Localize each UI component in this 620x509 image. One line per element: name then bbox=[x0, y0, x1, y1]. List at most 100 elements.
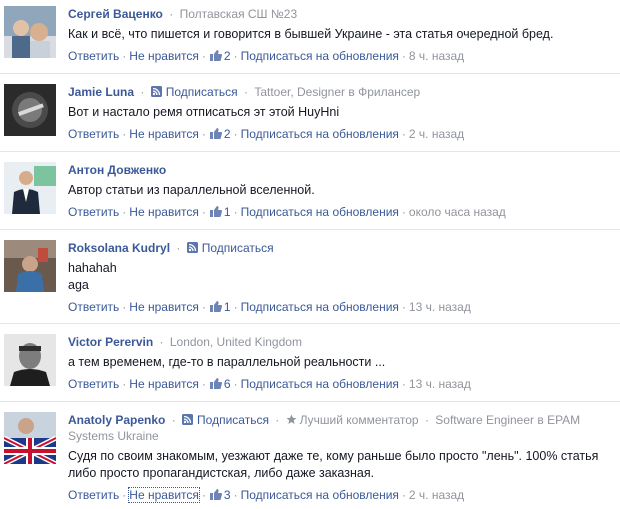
separator-dot: · bbox=[159, 335, 164, 349]
separator-dot: · bbox=[424, 413, 429, 427]
comment-header: Roksolana Kudryl · Подписаться bbox=[68, 240, 612, 256]
reply-button[interactable]: Ответить bbox=[68, 49, 119, 63]
comment-header: Victor Perervin · London, United Kingdom bbox=[68, 334, 612, 350]
avatar[interactable] bbox=[4, 84, 56, 136]
author-name[interactable]: Anatoly Papenko bbox=[68, 413, 165, 427]
like-count[interactable]: 2 bbox=[224, 49, 231, 63]
separator-dot: · bbox=[233, 205, 238, 219]
comment-actions: Ответить · Не нравится · 3 · Подписаться на об… bbox=[68, 487, 612, 503]
author-name[interactable]: Jamie Luna bbox=[68, 85, 134, 99]
separator-dot: · bbox=[201, 127, 206, 141]
like-count[interactable]: 2 bbox=[224, 127, 231, 141]
dislike-button[interactable]: Не нравится bbox=[129, 205, 199, 219]
separator-dot: · bbox=[201, 300, 206, 314]
reply-button[interactable]: Ответить bbox=[68, 127, 119, 141]
avatar[interactable] bbox=[4, 6, 56, 58]
dislike-button[interactable]: Не нравится bbox=[129, 377, 199, 391]
subscribe-updates-link[interactable]: Подписаться на обновления bbox=[241, 300, 399, 314]
rss-icon bbox=[186, 242, 198, 253]
author-meta: Tattoer, Designer в Фрилансер bbox=[254, 85, 421, 99]
author-name[interactable]: Roksolana Kudryl bbox=[68, 241, 170, 255]
author-meta: Полтавская СШ №23 bbox=[179, 7, 298, 21]
like-count[interactable]: 3 bbox=[224, 488, 231, 502]
avatar-photo bbox=[4, 240, 56, 292]
comment-header: Anatoly Papenko · Подписаться · Лучший к… bbox=[68, 412, 612, 444]
subscribe-updates-link[interactable]: Подписаться на обновления bbox=[241, 377, 399, 391]
comment-actions: Ответить · Не нравится · 2 · Подписаться на об… bbox=[68, 126, 612, 142]
dislike-button[interactable]: Не нравится bbox=[129, 300, 199, 314]
subscribe-updates-link[interactable]: Подписаться на обновления bbox=[241, 127, 399, 141]
comment-text: Автор статьи из параллельной вселенной. bbox=[68, 183, 315, 197]
avatar-photo bbox=[4, 334, 56, 386]
dislike-button[interactable]: Не нравится bbox=[128, 487, 200, 503]
timestamp[interactable]: 2 ч. назад bbox=[409, 488, 464, 502]
avatar-photo bbox=[4, 412, 56, 464]
subscribe-updates-link[interactable]: Подписаться на обновления bbox=[241, 49, 399, 63]
separator-dot: · bbox=[201, 205, 206, 219]
thumbs-up-icon bbox=[209, 378, 222, 389]
comment-actions: Ответить · Не нравится · 2 · Подписаться на об… bbox=[68, 48, 612, 64]
star-icon bbox=[286, 414, 297, 424]
avatar[interactable] bbox=[4, 412, 56, 464]
separator-dot: · bbox=[169, 7, 174, 21]
subscribe-link[interactable]: Подписаться bbox=[197, 413, 269, 427]
like-count[interactable]: 1 bbox=[224, 300, 231, 314]
divider bbox=[0, 151, 620, 152]
comment-text-line: aga bbox=[68, 278, 89, 292]
avatar[interactable] bbox=[4, 240, 56, 292]
separator-dot: · bbox=[171, 413, 176, 427]
avatar-photo bbox=[4, 6, 56, 58]
comment-text-line: hahahah bbox=[68, 261, 117, 275]
like-count[interactable]: 1 bbox=[224, 205, 231, 219]
reply-button[interactable]: Ответить bbox=[68, 205, 119, 219]
separator-dot: · bbox=[140, 85, 145, 99]
separator-dot: · bbox=[122, 488, 127, 502]
separator-dot: · bbox=[122, 205, 127, 219]
dislike-button[interactable]: Не нравится bbox=[129, 127, 199, 141]
subscribe-link[interactable]: Подписаться bbox=[202, 241, 274, 255]
separator-dot: · bbox=[275, 413, 280, 427]
separator-dot: · bbox=[233, 127, 238, 141]
comment-actions: Ответить · Не нравится · 1 · Подписаться на об… bbox=[68, 204, 612, 220]
subscribe-updates-link[interactable]: Подписаться на обновления bbox=[241, 488, 399, 502]
reply-button[interactable]: Ответить bbox=[68, 488, 119, 502]
author-name[interactable]: Антон Довженко bbox=[68, 163, 166, 177]
comment-actions: Ответить · Не нравится · 1 · Подписаться на об… bbox=[68, 299, 612, 315]
timestamp[interactable]: 13 ч. назад bbox=[409, 300, 471, 314]
like-count[interactable]: 6 bbox=[224, 377, 231, 391]
separator-dot: · bbox=[201, 377, 206, 391]
author-meta: London, United Kingdom bbox=[169, 335, 302, 349]
subscribe-link[interactable]: Подписаться bbox=[166, 85, 238, 99]
author-name[interactable]: Victor Perervin bbox=[68, 335, 153, 349]
avatar[interactable] bbox=[4, 334, 56, 386]
avatar[interactable] bbox=[4, 162, 56, 214]
author-name[interactable]: Сергей Ваценко bbox=[68, 7, 163, 21]
separator-dot: · bbox=[233, 49, 238, 63]
separator-dot: · bbox=[201, 49, 206, 63]
timestamp[interactable]: 2 ч. назад bbox=[409, 127, 464, 141]
separator-dot: · bbox=[122, 49, 127, 63]
separator-dot: · bbox=[401, 127, 406, 141]
comment-actions: Ответить · Не нравится · 6 · Подписаться на об… bbox=[68, 376, 612, 392]
dislike-button[interactable]: Не нравится bbox=[129, 49, 199, 63]
comment-text: а тем временем, где-то в параллельной ре… bbox=[68, 355, 386, 369]
comment-header: Jamie Luna · Подписаться · Tattoer, Desi… bbox=[68, 84, 612, 100]
separator-dot: · bbox=[401, 377, 406, 391]
subscribe-updates-link[interactable]: Подписаться на обновления bbox=[241, 205, 399, 219]
thumbs-up-icon bbox=[209, 50, 222, 61]
reply-button[interactable]: Ответить bbox=[68, 300, 119, 314]
reply-button[interactable]: Ответить bbox=[68, 377, 119, 391]
timestamp[interactable]: 8 ч. назад bbox=[409, 49, 464, 63]
rss-icon bbox=[182, 414, 194, 425]
separator-dot: · bbox=[233, 300, 238, 314]
timestamp[interactable]: около часа назад bbox=[409, 205, 506, 219]
thumbs-up-icon bbox=[209, 206, 222, 217]
separator-dot: · bbox=[176, 241, 181, 255]
timestamp[interactable]: 13 ч. назад bbox=[409, 377, 471, 391]
rss-icon bbox=[150, 86, 162, 97]
top-commenter-badge: Лучший комментатор bbox=[299, 413, 419, 427]
separator-dot: · bbox=[243, 85, 248, 99]
separator-dot: · bbox=[122, 127, 127, 141]
separator-dot: · bbox=[201, 488, 206, 502]
separator-dot: · bbox=[401, 205, 406, 219]
